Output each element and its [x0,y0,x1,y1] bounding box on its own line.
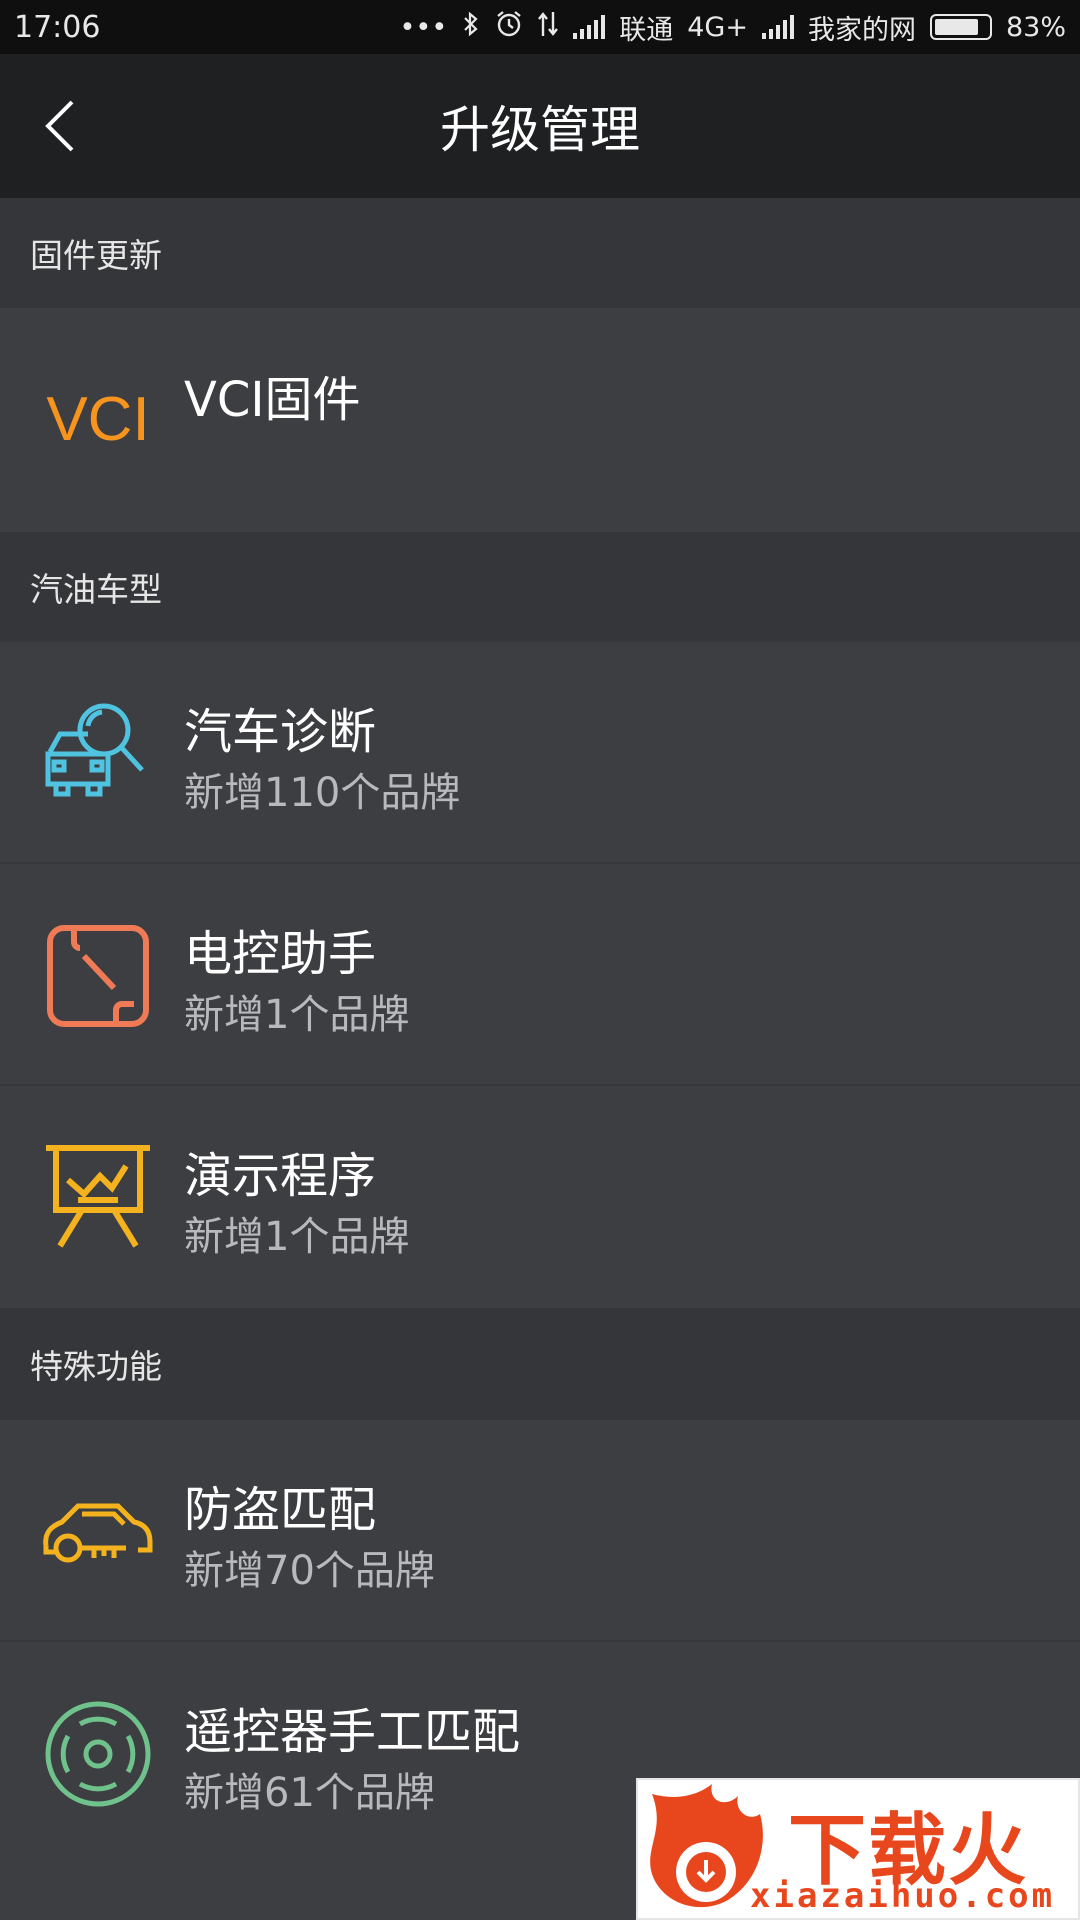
signal-strength-icon [761,15,794,39]
wifi-network-name: 我家的网 [807,14,916,46]
vci-logo-icon: VCI [38,360,158,480]
vci-logo-text: VCI [46,385,149,454]
watermark-logo: 下载火 xiazaihuo.com [636,1778,1080,1920]
back-button[interactable] [20,86,100,166]
list-item-immobilizer-matching[interactable]: 防盗匹配 新增70个品牌 [0,1420,1080,1642]
status-time: 17:06 [14,9,101,45]
section-header-gasoline-models: 汽油车型 [0,532,1080,642]
list-item-vci-firmware[interactable]: VCI VCI固件 [0,308,1080,532]
ecu-assistant-icon [38,916,158,1036]
item-title: 电控助手 [184,926,377,982]
section-header-firmware: 固件更新 [0,198,1080,308]
item-subtitle: 新增70个品牌 [184,1548,435,1594]
item-title: 防盗匹配 [184,1482,377,1538]
status-icons: ••• 联通 4G+ 我家的网 83% [399,8,1066,47]
battery-icon [929,14,992,40]
item-title: VCI固件 [184,372,361,428]
list-item-car-diagnosis[interactable]: 汽车诊断 新增110个品牌 [0,642,1080,864]
app-toolbar: 升级管理 [0,54,1080,198]
list-item-ecu-assistant[interactable]: 电控助手 新增1个品牌 [0,864,1080,1086]
item-subtitle: 新增61个品牌 [184,1770,435,1816]
chevron-left-icon [45,100,74,152]
car-diagnosis-icon [38,692,158,812]
more-notifications-icon: ••• [399,11,448,43]
page-title: 升级管理 [440,101,640,159]
watermark-url: xiazaihuo.com [750,1876,1056,1916]
list-item-demo-program[interactable]: 演示程序 新增1个品牌 [0,1086,1080,1308]
item-subtitle: 新增1个品牌 [184,1214,410,1260]
remote-control-icon [38,1694,158,1814]
bluetooth-icon [461,10,481,45]
item-subtitle: 新增110个品牌 [184,770,461,816]
item-title: 汽车诊断 [184,704,377,760]
item-title: 演示程序 [184,1148,377,1204]
status-bar: 17:06 ••• 联通 4G+ 我家的网 83% [0,0,1080,54]
section-header-special-functions: 特殊功能 [0,1308,1080,1420]
data-transfer-icon [537,10,559,45]
item-title: 遥控器手工匹配 [184,1704,521,1760]
alarm-icon [495,10,523,45]
car-key-icon [38,1472,158,1592]
network-type: 4G+ [687,11,748,43]
carrier-name: 联通 [619,14,674,46]
item-subtitle: 新增1个品牌 [184,992,410,1038]
signal-strength-icon [573,15,606,39]
battery-percent: 83% [1005,11,1066,43]
presentation-board-icon [38,1136,158,1256]
